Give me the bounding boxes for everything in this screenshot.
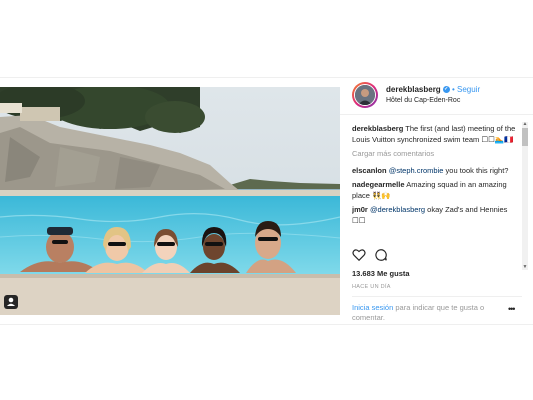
login-link[interactable]: Inicia sesión [352, 303, 393, 312]
instagram-post: derekblasberg ✓ • Seguir Hôtel du Cap-Ede… [0, 77, 533, 325]
comment-username[interactable]: jm0r [352, 205, 368, 214]
follow-separator: • [451, 85, 455, 94]
action-bar [352, 248, 522, 264]
comment-item: elscanlon @steph.crombie you took this r… [352, 166, 522, 177]
comment-mention[interactable]: @steph.crombie [389, 166, 444, 175]
comments-scrollbar[interactable]: ▲ ▼ [522, 122, 528, 270]
scrollbar-thumb[interactable] [522, 128, 528, 146]
more-options-icon[interactable]: ••• [508, 304, 516, 314]
scroll-up-arrow-icon[interactable]: ▲ [522, 122, 528, 127]
comment-item: jm0r @derekblasberg okay Zad's and Henni… [352, 205, 522, 226]
post-side-panel: derekblasberg ✓ • Seguir Hôtel du Cap-Ede… [340, 78, 533, 324]
avatar[interactable] [352, 82, 378, 108]
comment-username[interactable]: elscanlon [352, 166, 387, 175]
user-tag-icon[interactable] [4, 295, 18, 309]
likes-count[interactable]: 13.683 Me gusta [352, 269, 410, 278]
caption-username[interactable]: derekblasberg [352, 124, 403, 133]
pool-scene-image [0, 87, 340, 315]
comment-text: you took this right? [443, 165, 509, 175]
post-header: derekblasberg ✓ • Seguir Hôtel du Cap-Ede… [340, 78, 533, 115]
login-prompt: Inicia sesión para indicar que te gusta … [352, 303, 502, 323]
comment-username[interactable]: nadegearmelle [352, 180, 405, 189]
comment-item: nadegearmelle Amazing squad in an amazin… [352, 180, 522, 201]
post-date: HACE UN DÍA [352, 284, 391, 290]
header-username[interactable]: derekblasberg [386, 85, 441, 94]
load-more-comments-link[interactable]: Cargar más comentarios [352, 149, 522, 160]
follow-button[interactable]: Seguir [457, 85, 480, 94]
comment-icon[interactable] [374, 248, 388, 262]
post-photo[interactable] [0, 87, 340, 315]
location-link[interactable]: Hôtel du Cap-Eden-Roc [386, 97, 460, 104]
caption: derekblasberg The first (and last) meeti… [352, 124, 522, 145]
verified-badge-icon: ✓ [442, 86, 450, 94]
header-user-line: derekblasberg ✓ • Seguir [386, 85, 480, 94]
comments-list: derekblasberg The first (and last) meeti… [352, 124, 522, 264]
scroll-down-arrow-icon[interactable]: ▼ [522, 265, 528, 270]
divider [352, 296, 522, 297]
comment-mention[interactable]: @derekblasberg [370, 205, 425, 214]
heart-icon[interactable] [352, 248, 366, 262]
